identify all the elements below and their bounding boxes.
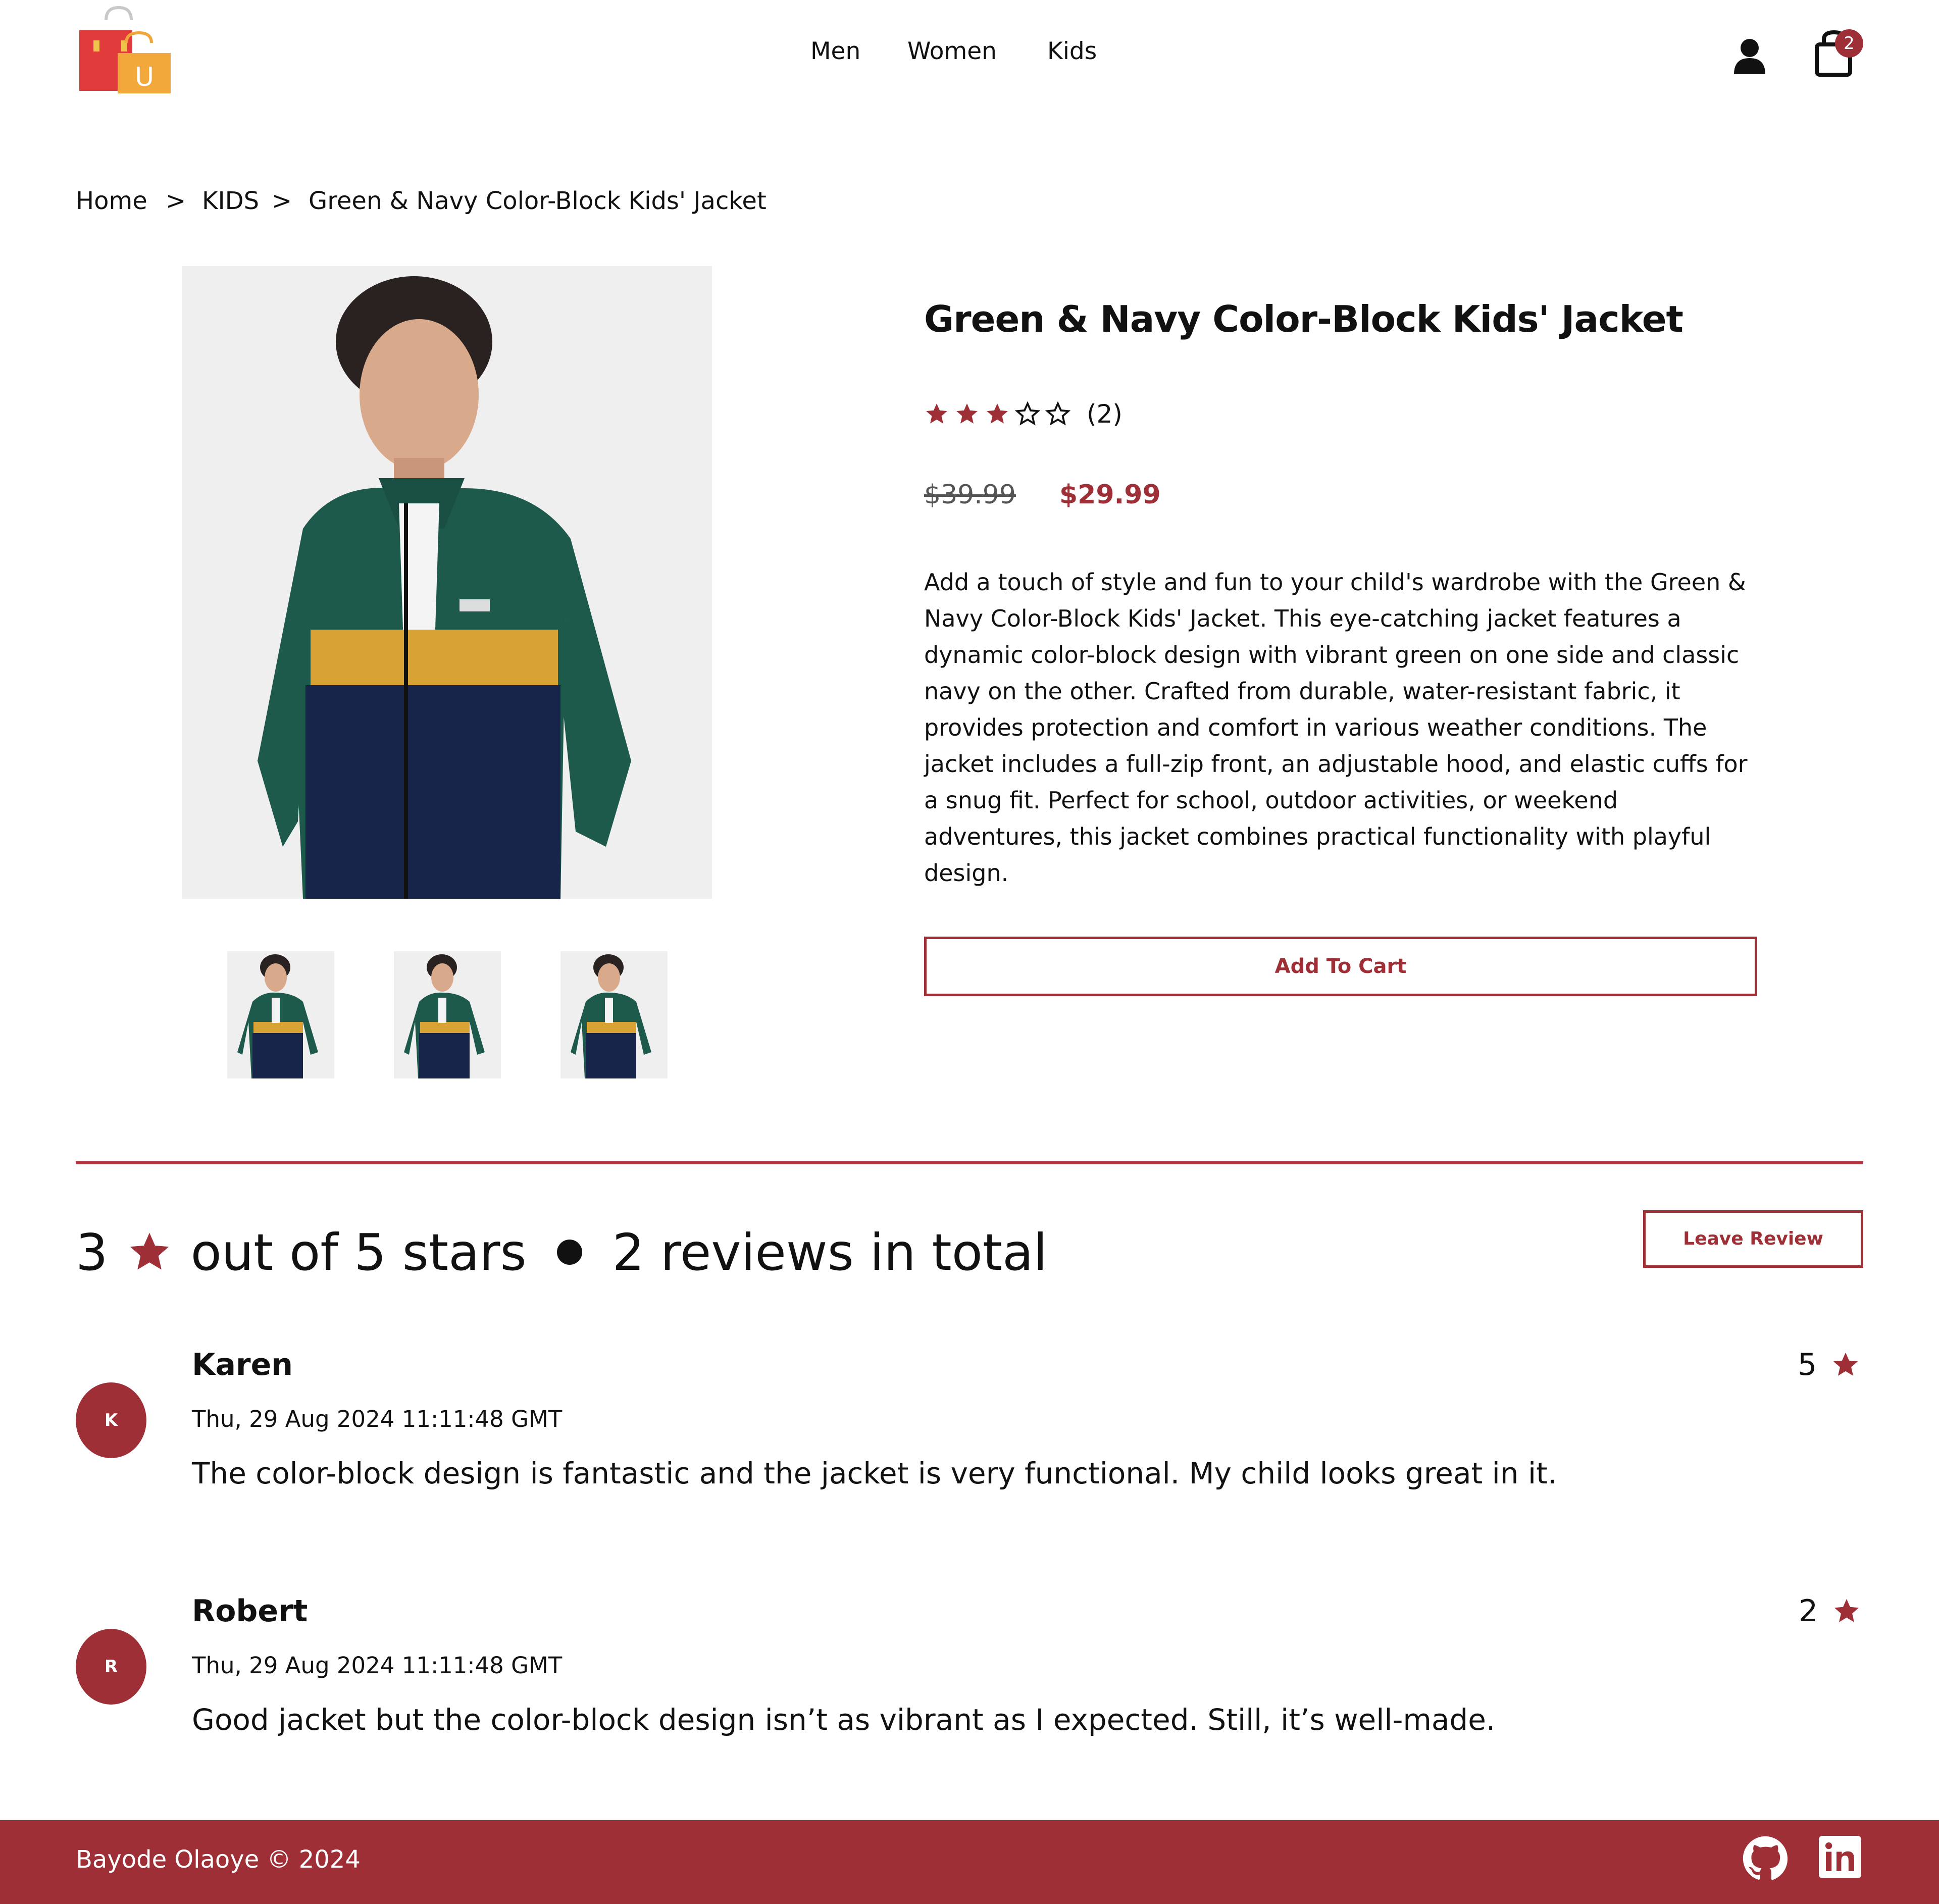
review-date: Thu, 29 Aug 2024 11:11:48 GMT: [192, 1406, 563, 1432]
original-price: $39.99: [924, 480, 1016, 510]
summary-score: 3: [76, 1222, 108, 1282]
star-icon: [1834, 1599, 1859, 1622]
rating-count: (2): [1087, 399, 1122, 429]
section-divider: [76, 1161, 1863, 1164]
product-description: Add a touch of style and fun to your chi…: [924, 569, 1748, 887]
breadcrumb-category[interactable]: KIDS: [202, 187, 259, 215]
review-score-value: 2: [1799, 1593, 1818, 1629]
product-thumbnail[interactable]: [560, 951, 668, 1078]
add-to-cart-button[interactable]: Add To Cart: [924, 937, 1757, 996]
logo[interactable]: U: [78, 5, 172, 93]
summary-total: 2 reviews in total: [612, 1222, 1048, 1282]
star-icon: [130, 1232, 169, 1270]
breadcrumb-separator: >: [272, 187, 292, 215]
reviewer-name: Karen: [192, 1347, 293, 1382]
product-rating: (2): [924, 395, 1122, 433]
summary-out-of: out of 5 stars: [190, 1222, 527, 1282]
sale-price: $29.99: [1059, 480, 1161, 510]
product-main-image: [182, 266, 712, 899]
star-outline-icon: [1045, 401, 1070, 426]
reviewer-name: Robert: [192, 1593, 308, 1629]
github-icon[interactable]: [1742, 1835, 1789, 1882]
star-icon: [926, 403, 947, 424]
nav-kids[interactable]: Kids: [1047, 37, 1097, 65]
leave-review-button[interactable]: Leave Review: [1643, 1210, 1863, 1268]
review-score: 5: [1798, 1347, 1860, 1382]
review-text: The color-block design is fantastic and …: [192, 1456, 1557, 1490]
cart-count-badge: 2: [1835, 29, 1863, 58]
bullet-dot: [556, 1240, 582, 1265]
product-thumbnail[interactable]: [227, 951, 334, 1078]
star-icon: [987, 403, 1008, 424]
breadcrumb-home[interactable]: Home: [76, 187, 147, 215]
user-icon[interactable]: [1733, 38, 1766, 74]
review-score: 2: [1799, 1593, 1861, 1629]
review-text: Good jacket but the color-block design i…: [192, 1703, 1496, 1737]
reviews-summary: 3 out of 5 stars 2 reviews in total: [76, 1222, 1047, 1282]
linkedin-icon[interactable]: [1819, 1836, 1861, 1878]
review-score-value: 5: [1798, 1347, 1817, 1382]
nav-women[interactable]: Women: [907, 37, 997, 65]
logo-letter: U: [135, 62, 154, 92]
star-outline-icon: [1015, 401, 1040, 426]
nav-men[interactable]: Men: [810, 37, 860, 65]
product-thumbnail[interactable]: [394, 951, 501, 1078]
breadcrumb-separator: >: [166, 187, 186, 215]
review-date: Thu, 29 Aug 2024 11:11:48 GMT: [192, 1652, 563, 1679]
avatar: K: [76, 1382, 146, 1458]
footer-copyright: Bayode Olaoye © 2024: [76, 1845, 361, 1874]
star-icon: [956, 403, 978, 424]
avatar: R: [76, 1629, 146, 1705]
breadcrumb-current: Green & Navy Color-Block Kids' Jacket: [309, 187, 767, 215]
product-title: Green & Navy Color-Block Kids' Jacket: [924, 298, 1683, 340]
star-icon: [1833, 1352, 1858, 1376]
